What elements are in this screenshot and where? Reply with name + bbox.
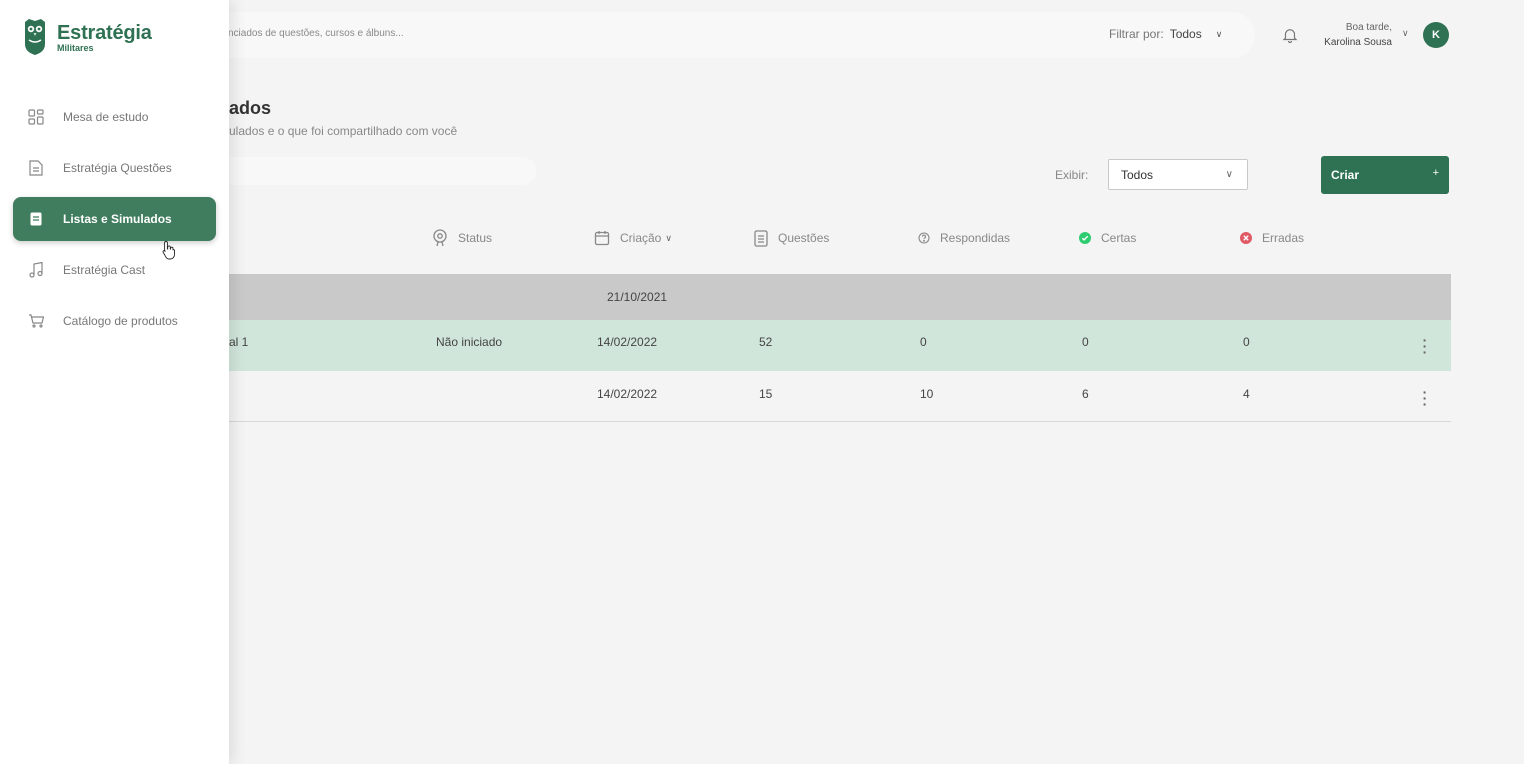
row-status: Não iniciado — [436, 335, 503, 349]
document-icon — [754, 229, 768, 247]
list-icon — [26, 209, 46, 229]
greeting-text: Boa tarde, — [1345, 22, 1392, 33]
filter-dropdown[interactable]: Filtrar por: Todos ∨ — [1109, 27, 1222, 41]
calendar-icon — [594, 231, 610, 246]
bell-icon[interactable] — [1281, 26, 1299, 44]
chevron-down-icon: ∨ — [1225, 169, 1233, 180]
exibir-select[interactable]: Todos ∨ — [1108, 159, 1248, 190]
filter-value: Todos — [1169, 27, 1202, 41]
sidebar-item-label: Catálogo de produtos — [63, 314, 178, 328]
page-subtitle: ulados e o que foi compartilhado com voc… — [229, 124, 458, 138]
badge-icon — [433, 229, 447, 247]
page-title: ados — [229, 98, 272, 118]
plus-icon: + — [1432, 167, 1439, 179]
row-erradas: 0 — [1243, 335, 1250, 349]
chevron-down-icon: ∨ — [665, 232, 672, 243]
x-circle-icon — [1240, 232, 1252, 244]
brand-name: Estratégia — [57, 22, 152, 44]
row-certas: 6 — [1082, 387, 1089, 401]
column-header-label: Respondidas — [940, 231, 1011, 245]
sidebar-item-label: Listas e Simulados — [63, 212, 172, 226]
chevron-down-icon: ∨ — [1215, 28, 1223, 39]
table-row[interactable] — [229, 320, 1451, 371]
dashboard-icon — [26, 107, 46, 127]
more-options-icon[interactable]: · · · — [1422, 333, 1428, 359]
avatar[interactable]: K — [1423, 22, 1449, 48]
column-header-erradas: Erradas — [1240, 228, 1304, 248]
row-questoes: 15 — [759, 387, 773, 401]
row-questoes: 52 — [759, 335, 773, 349]
exibir-value: Todos — [1121, 168, 1154, 182]
row-name: al 1 — [229, 335, 249, 349]
search-placeholder: nciados de questões, cursos e álbuns... — [228, 28, 404, 39]
table-row[interactable] — [229, 371, 1451, 422]
list-search-input[interactable] — [210, 157, 536, 185]
column-header-status: Status — [432, 228, 492, 248]
group-row[interactable] — [229, 274, 1451, 320]
hand-cursor-icon — [162, 241, 175, 260]
row-respondidas: 10 — [920, 387, 934, 401]
column-header-respondidas: Respondidas — [918, 228, 1010, 248]
column-header-label: Status — [458, 231, 493, 245]
column-header-label: Erradas — [1262, 231, 1305, 245]
row-erradas: 4 — [1243, 387, 1250, 401]
row-certas: 0 — [1082, 335, 1089, 349]
create-button[interactable]: Criar + — [1321, 156, 1449, 194]
chevron-down-icon[interactable]: ∨ — [1402, 28, 1409, 39]
row-criacao: 14/02/2022 — [597, 335, 658, 349]
exibir-label: Exibir: — [1055, 168, 1089, 182]
create-label: Criar — [1331, 168, 1360, 182]
brand-subtitle: Militares — [57, 43, 94, 53]
column-header-label: Certas — [1101, 231, 1137, 245]
user-name: Karolina Sousa — [1324, 37, 1392, 48]
column-header-questoes: Questões — [754, 228, 829, 248]
sidebar-item-label: Estratégia Cast — [63, 263, 146, 277]
sidebar-item-estrategia-cast[interactable]: Estratégia Cast — [13, 248, 216, 292]
column-header-label: Criação — [620, 231, 662, 245]
sidebar-item-mesa-de-estudo[interactable]: Mesa de estudo — [13, 95, 216, 139]
sidebar: Estratégia Militares Mesa de estudo Estr… — [0, 0, 229, 764]
check-circle-icon — [1079, 232, 1091, 244]
cart-icon — [26, 311, 46, 331]
row-respondidas: 0 — [920, 335, 927, 349]
document-icon — [26, 158, 46, 178]
filter-label: Filtrar por: — [1109, 27, 1164, 41]
column-header-certas: Certas — [1079, 228, 1136, 248]
sidebar-item-estrategia-questoes[interactable]: Estratégia Questões — [13, 146, 216, 190]
sidebar-item-label: Mesa de estudo — [63, 110, 149, 124]
column-header-label: Questões — [778, 231, 830, 245]
group-date: 21/10/2021 — [607, 290, 668, 304]
question-icon — [918, 232, 930, 244]
music-icon — [26, 260, 46, 280]
user-greeting[interactable]: Boa tarde, Karolina Sousa — [1316, 20, 1392, 50]
owl-logo-icon[interactable] — [24, 18, 46, 56]
more-options-icon[interactable]: · · · — [1422, 385, 1428, 411]
row-criacao: 14/02/2022 — [597, 387, 658, 401]
sidebar-item-listas-e-simulados[interactable]: Listas e Simulados — [13, 197, 216, 241]
column-header-criacao[interactable]: Criação ∨ — [594, 228, 672, 248]
sidebar-item-label: Estratégia Questões — [63, 161, 172, 175]
sidebar-item-catalogo-de-produtos[interactable]: Catálogo de produtos — [13, 299, 216, 343]
